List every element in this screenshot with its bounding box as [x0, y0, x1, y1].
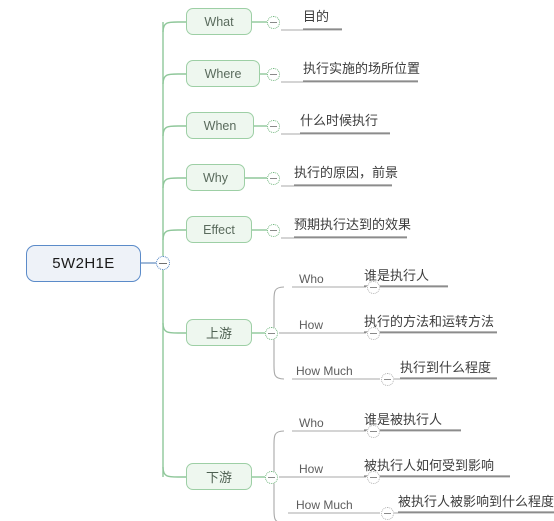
collapse-toggle-when[interactable]: [267, 120, 280, 133]
mind-map-canvas: 5W2H1E What Where When Why Effect 上游 下游 …: [0, 0, 554, 521]
root-node-label: 5W2H1E: [52, 255, 115, 272]
collapse-toggle-where[interactable]: [267, 68, 280, 81]
leaf-text-what: 目的: [303, 10, 330, 25]
sub-node-downstream-how-much[interactable]: How Much: [296, 498, 353, 512]
branch-node-what[interactable]: What: [186, 8, 252, 35]
leaf-text-upstream-how-much: 执行到什么程度: [400, 361, 492, 376]
sub-node-upstream-how-much[interactable]: How Much: [296, 364, 353, 378]
leaf-text-downstream-how: 被执行人如何受到影响: [364, 459, 495, 474]
leaf-text-effect: 预期执行达到的效果: [294, 218, 412, 233]
branch-node-upstream[interactable]: 上游: [186, 319, 252, 346]
branch-label: Why: [203, 170, 228, 185]
branch-label: Effect: [203, 222, 235, 237]
sub-node-downstream-who[interactable]: Who: [299, 416, 324, 430]
collapse-toggle-downstream-how-much[interactable]: [381, 507, 394, 520]
collapse-toggle-upstream-how-much[interactable]: [381, 373, 394, 386]
branch-label: Where: [204, 66, 242, 81]
branch-node-where[interactable]: Where: [186, 60, 260, 87]
collapse-toggle-why[interactable]: [267, 172, 280, 185]
sub-node-upstream-how[interactable]: How: [299, 318, 323, 332]
branch-label: What: [204, 14, 234, 29]
sub-node-upstream-who[interactable]: Who: [299, 272, 324, 286]
leaf-text-when: 什么时候执行: [300, 114, 379, 129]
root-node[interactable]: 5W2H1E: [26, 245, 141, 282]
branch-node-downstream[interactable]: 下游: [186, 463, 252, 490]
leaf-text-why: 执行的原因，前景: [294, 166, 399, 181]
leaf-text-where: 执行实施的场所位置: [303, 62, 421, 77]
leaf-text-downstream-how-much: 被执行人被影响到什么程度: [398, 495, 554, 510]
branch-label: 下游: [205, 471, 232, 486]
branch-node-when[interactable]: When: [186, 112, 254, 139]
collapse-toggle-upstream[interactable]: [265, 327, 278, 340]
leaf-text-upstream-who: 谁是执行人: [364, 269, 430, 284]
collapse-toggle-downstream[interactable]: [265, 471, 278, 484]
branch-label: When: [203, 118, 237, 133]
branch-node-effect[interactable]: Effect: [186, 216, 252, 243]
leaf-text-upstream-how: 执行的方法和运转方法: [364, 315, 495, 330]
collapse-toggle-effect[interactable]: [267, 224, 280, 237]
sub-node-downstream-how[interactable]: How: [299, 462, 323, 476]
branch-node-why[interactable]: Why: [186, 164, 245, 191]
root-collapse-toggle[interactable]: [156, 256, 170, 270]
leaf-text-downstream-who: 谁是被执行人: [364, 413, 443, 428]
collapse-toggle-what[interactable]: [267, 16, 280, 29]
branch-label: 上游: [205, 327, 232, 342]
